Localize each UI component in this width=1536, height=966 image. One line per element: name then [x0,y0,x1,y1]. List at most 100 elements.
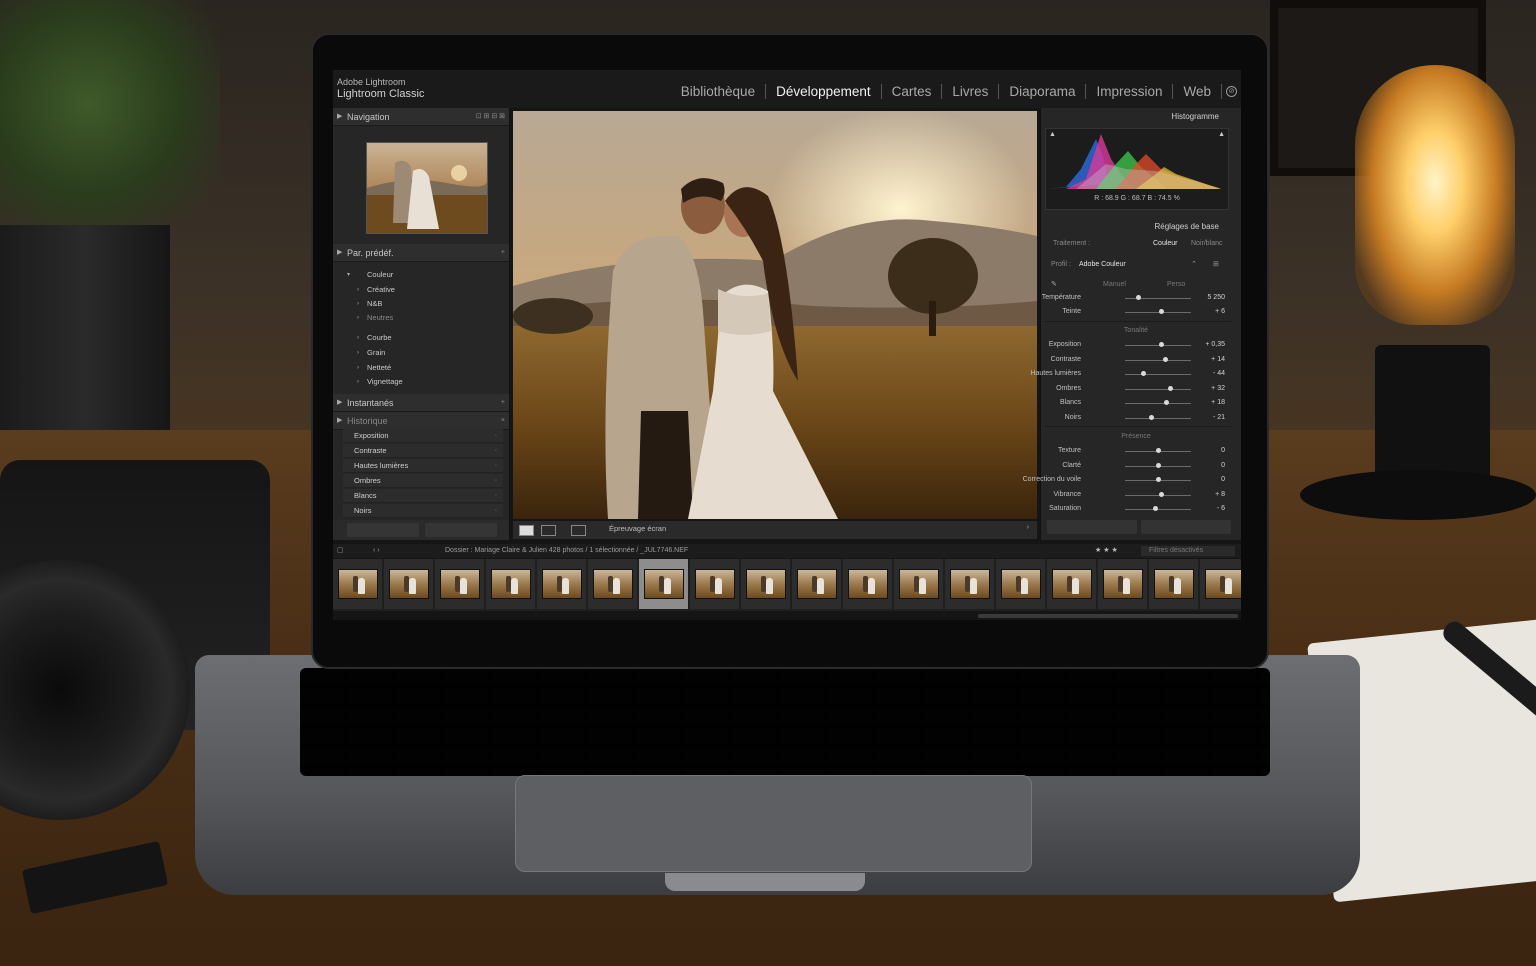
shadow-clipping-icon[interactable]: ▲ [1049,131,1056,138]
slider-knob[interactable] [1162,356,1168,362]
history-item[interactable]: Ombres ◦ [343,474,503,488]
presets-header[interactable]: ▶ Par. prédéf. + [333,244,509,262]
slider-track[interactable] [1125,494,1191,496]
highlight-clipping-icon[interactable]: ▲ [1218,131,1225,138]
compare-view-icon[interactable] [571,525,586,536]
slider-value[interactable]: + 0,35 [1195,339,1225,351]
slider-track[interactable] [1125,388,1191,390]
filmstrip-thumb[interactable] [1098,559,1147,609]
preset-group-curve[interactable]: › Courbe [333,331,509,345]
before-after-icon[interactable] [541,525,556,536]
clear-history-icon[interactable]: × [501,412,505,430]
slider-value[interactable]: - 44 [1195,368,1225,380]
main-photo[interactable] [513,111,1037,519]
history-item[interactable]: Hautes lumières ◦ [343,459,503,473]
filmstrip-source-text[interactable]: Dossier : Mariage Claire & Julien 428 ph… [445,544,688,558]
filmstrip-thumb[interactable] [690,559,739,609]
slider-track[interactable] [1125,374,1191,375]
filmstrip-thumb[interactable] [1200,559,1241,609]
filmstrip-thumb-selected[interactable] [639,559,688,609]
history-item[interactable]: Contraste ◦ [343,444,503,458]
slider-value[interactable]: 0 [1195,474,1225,486]
filmstrip-thumb[interactable] [894,559,943,609]
slider-value[interactable]: 5 250 [1195,292,1225,304]
profile-browser-icon[interactable]: ⊞ [1213,259,1219,271]
profile-dropdown[interactable]: Adobe Couleur [1079,259,1126,271]
toolbar-menu-icon[interactable]: › [1027,524,1029,531]
reset-button[interactable] [1141,520,1231,534]
slider-track[interactable] [1125,509,1191,510]
slider-track[interactable] [1125,417,1191,419]
filmstrip-thumb[interactable] [588,559,637,609]
filmstrip-thumb[interactable] [1047,559,1096,609]
slider-value[interactable]: 0 [1195,460,1225,472]
filmstrip-thumb[interactable] [486,559,535,609]
slider-knob[interactable] [1156,462,1161,468]
slider-value[interactable]: 0 [1195,445,1225,457]
preset-group-vignette[interactable]: › Vignettage [333,375,509,389]
filmstrip-thumb[interactable] [384,559,433,609]
histogram-header[interactable]: Histogramme [1045,110,1231,124]
filmstrip-thumb[interactable] [741,559,790,609]
slider-knob[interactable] [1149,414,1155,420]
history-item[interactable]: Exposition ◦ [343,429,503,443]
rating-filter-icon[interactable]: ★ ★ ★ [1095,544,1118,558]
history-item[interactable]: Blancs ◦ [343,489,503,503]
treatment-color-option[interactable]: Couleur [1153,238,1178,250]
slider-track[interactable] [1125,359,1191,361]
slider-knob[interactable] [1158,491,1164,497]
slider-value[interactable]: + 18 [1195,397,1225,409]
preset-group-grain[interactable]: › Grain [333,346,509,360]
slider-value[interactable]: - 21 [1195,412,1225,424]
slider-track[interactable] [1125,403,1191,404]
add-snapshot-icon[interactable]: + [501,394,505,412]
navigator-preview[interactable] [366,142,488,234]
add-preset-icon[interactable]: + [501,244,505,262]
filmstrip-thumb[interactable] [537,559,586,609]
trackpad[interactable] [515,775,1032,872]
profile-chevron-icon[interactable]: ⌃ [1191,259,1197,271]
slider-value[interactable]: + 32 [1195,383,1225,395]
slider-knob[interactable] [1156,477,1161,482]
slider-knob[interactable] [1167,385,1173,391]
filmstrip-scrollbar[interactable] [978,614,1238,618]
slider-track[interactable] [1125,345,1191,346]
slider-knob[interactable] [1153,506,1159,511]
basic-header[interactable]: Réglages de base [1045,220,1231,234]
filmstrip-thumb[interactable] [792,559,841,609]
slider-knob[interactable] [1159,309,1165,314]
nav-arrows-icon[interactable]: ‹ › [373,544,380,558]
slider-knob[interactable] [1159,342,1165,347]
module-develop[interactable]: Développement [766,84,882,99]
slider-track[interactable] [1125,298,1191,299]
slider-value[interactable]: + 8 [1195,489,1225,501]
wb-mode-dropdown[interactable]: Perso [1167,279,1185,291]
filter-dropdown[interactable]: Filtres désactivés [1141,546,1235,556]
module-print[interactable]: Impression [1086,84,1174,99]
slider-value[interactable]: + 14 [1195,354,1225,366]
loupe-view-icon[interactable] [519,525,534,536]
soft-proofing-label[interactable]: Épreuvage écran [609,524,666,533]
module-library[interactable]: Bibliothèque [671,84,767,99]
history-header[interactable]: ▶ Historique × [333,412,509,430]
history-item[interactable]: Noirs ◦ [343,504,503,518]
copy-button[interactable] [347,523,419,537]
filmstrip-thumb[interactable] [843,559,892,609]
paste-button[interactable] [425,523,497,537]
module-slideshow[interactable]: Diaporama [999,84,1087,99]
histogram[interactable]: ▲ ▲ R : 68.9 G : 68.7 B : 74.5 % [1045,128,1229,210]
filmstrip-thumb[interactable] [1149,559,1198,609]
preset-group-color[interactable]: ▾ Couleur [333,268,509,282]
preset-group-creative[interactable]: › Créative [333,283,509,297]
navigator-header[interactable]: ▶ Navigation ⊡ ⊞ ⊟ ⊠ [333,108,509,126]
module-book[interactable]: Livres [942,84,1000,99]
second-window-icon[interactable]: ▢ [337,544,344,558]
slider-knob[interactable] [1163,400,1169,405]
filmstrip-thumb[interactable] [996,559,1045,609]
filmstrip-thumb[interactable] [333,559,382,609]
treatment-bw-option[interactable]: Noir/blanc [1191,238,1223,250]
slider-value[interactable]: + 6 [1195,306,1225,318]
module-map[interactable]: Cartes [882,84,943,99]
filmstrip-thumb[interactable] [945,559,994,609]
filmstrip-thumb[interactable] [435,559,484,609]
